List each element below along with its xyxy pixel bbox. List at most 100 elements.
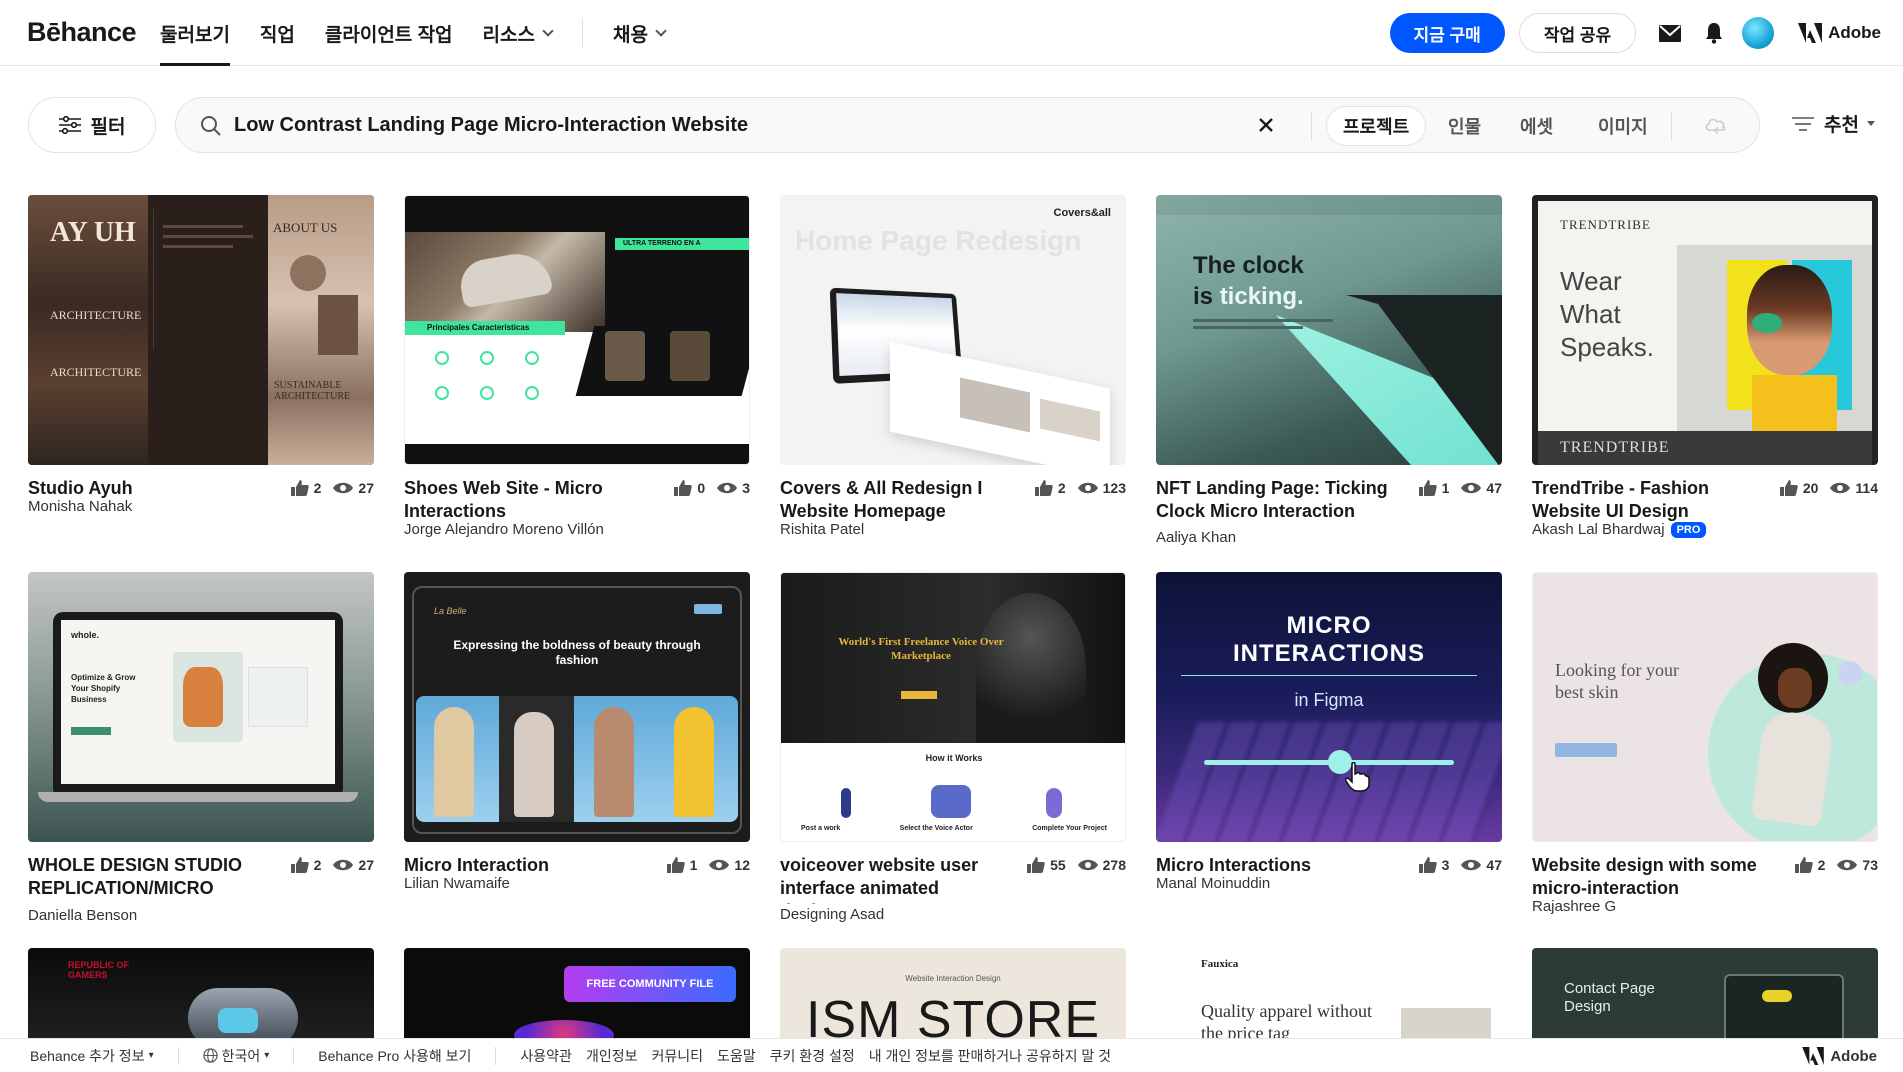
nav-client-work[interactable]: 클라이언트 작업 [325, 0, 453, 66]
project-stats: 55 278 [1027, 857, 1126, 873]
project-thumbnail[interactable]: The clock is ticking. [1156, 195, 1502, 465]
project-owner[interactable]: Rishita Patel [780, 521, 864, 538]
project-title[interactable]: Micro Interaction [404, 854, 644, 877]
nav-resources[interactable]: 리소스 [483, 0, 554, 66]
share-work-button[interactable]: 작업 공유 [1518, 13, 1637, 53]
project-title[interactable]: WHOLE DESIGN STUDIO REPLICATION/MICRO [28, 854, 268, 900]
adobe-link[interactable]: Adobe [1798, 23, 1881, 43]
project-owner[interactable]: Monisha Nahak [28, 498, 132, 515]
filter-button[interactable]: 필터 [28, 97, 156, 153]
project-card[interactable]: World's First Freelance Voice Over Marke… [780, 572, 1126, 923]
mail-icon[interactable] [1658, 21, 1682, 45]
project-owner[interactable]: Manal Moinuddin [1156, 875, 1270, 892]
project-thumbnail[interactable]: La Belle Expressing the boldness of beau… [404, 572, 750, 842]
project-card[interactable]: whole. Optimize & Grow Your Shopify Busi… [28, 572, 374, 924]
tab-people[interactable]: 인물 [1432, 106, 1497, 146]
search-input[interactable]: Low Contrast Landing Page Micro-Interact… [234, 114, 748, 137]
thumb-text: REPUBLIC OF GAMERS [68, 960, 130, 980]
avatar[interactable] [1742, 17, 1775, 49]
cloud-icon[interactable] [1704, 114, 1728, 136]
thumb-text: in Figma [1294, 690, 1364, 710]
thumb-text: Select the Voice Actor [899, 825, 973, 832]
community-link[interactable]: 커뮤니티 [651, 1046, 703, 1066]
project-card[interactable]: AY UH ARCHITECTURE ARCHITECTURE ABOUT US… [28, 195, 374, 515]
help-link[interactable]: 도움말 [717, 1046, 756, 1066]
project-card[interactable]: TRENDTRIBE Wear What Speaks. TRENDTRIBE … [1532, 195, 1878, 538]
project-owner[interactable]: Jorge Alejandro Moreno Villón [404, 521, 604, 538]
nav-explore[interactable]: 둘러보기 [160, 0, 230, 66]
project-owner[interactable]: Rajashree G [1532, 898, 1616, 915]
project-thumbnail[interactable]: Website Interaction Design ISM STORE [780, 948, 1126, 1038]
thumbs-up-icon [290, 480, 309, 496]
project-thumbnail[interactable]: REPUBLIC OF GAMERS [28, 948, 374, 1038]
project-card[interactable]: Looking for your best skin Website desig… [1532, 572, 1878, 915]
project-title[interactable]: Covers & All Redesign I Website Homepage [780, 477, 1020, 523]
project-thumbnail[interactable]: Home Page Redesign Covers&all [780, 195, 1126, 465]
main-nav: 둘러보기 직업 클라이언트 작업 리소스 채용 [160, 0, 667, 66]
project-card[interactable]: La Belle Expressing the boldness of beau… [404, 572, 750, 892]
thumb-text: Complete Your Project [1032, 825, 1107, 832]
caret-down-icon [1866, 121, 1875, 126]
project-stats: 1 12 [666, 857, 750, 873]
project-title[interactable]: NFT Landing Page: Ticking Clock Micro In… [1156, 477, 1396, 523]
thumb-text: ISM STORE [805, 991, 1101, 1038]
tab-images[interactable]: 이미지 [1582, 106, 1664, 146]
project-thumbnail[interactable]: Looking for your best skin [1532, 572, 1878, 842]
project-thumbnail[interactable]: TRENDTRIBE Wear What Speaks. TRENDTRIBE [1532, 195, 1878, 465]
language-selector[interactable]: 한국어 ▾ [202, 1046, 269, 1066]
close-icon[interactable] [1256, 115, 1276, 135]
project-thumbnail[interactable]: whole. Optimize & Grow Your Shopify Busi… [28, 572, 374, 842]
project-title[interactable]: voiceover website user interface animate… [780, 854, 980, 904]
project-thumbnail[interactable]: Fauxica Quality apparel without the pric… [1156, 948, 1502, 1038]
tab-assets[interactable]: 에셋 [1504, 106, 1569, 146]
footer-divider [177, 1046, 179, 1065]
thumb-text: ARCHITECTURE [50, 365, 142, 379]
project-thumbnail[interactable]: World's First Freelance Voice Over Marke… [780, 572, 1126, 842]
nav-jobs[interactable]: 직업 [260, 0, 295, 66]
project-title[interactable]: Website design with some micro-interacti… [1532, 854, 1772, 900]
project-thumbnail[interactable]: Contact Page Design [1532, 948, 1878, 1038]
footer-more-link[interactable]: Behance 추가 정보 ▾ [30, 1046, 154, 1066]
terms-link[interactable]: 사용약관 [520, 1046, 572, 1066]
footer-adobe-link[interactable]: Adobe [1802, 1047, 1877, 1065]
bell-icon[interactable] [1702, 21, 1726, 45]
project-stats: 1 47 [1418, 480, 1502, 496]
project-card[interactable]: MICRO INTERACTIONS in Figma Micro Intera… [1156, 572, 1502, 892]
project-owner[interactable]: Designing Asad [780, 906, 884, 923]
tab-projects[interactable]: 프로젝트 [1326, 106, 1427, 146]
project-thumbnail[interactable]: MICRO INTERACTIONS in Figma [1156, 572, 1502, 842]
project-stats: 20 114 [1779, 480, 1878, 496]
buy-now-button[interactable]: 지금 구매 [1389, 13, 1505, 53]
nav-hiring[interactable]: 채용 [613, 0, 667, 66]
project-title[interactable]: Studio Ayuh [28, 477, 268, 500]
thumbs-up-icon [1027, 857, 1045, 873]
thumb-text: The clock [1193, 252, 1304, 279]
try-pro-link[interactable]: Behance Pro 사용해 보기 [318, 1046, 471, 1066]
project-owner[interactable]: Lilian Nwamaife [404, 875, 510, 892]
project-owner[interactable]: Daniella Benson [28, 907, 137, 924]
project-card[interactable]: Home Page Redesign Covers&all Covers & A… [780, 195, 1126, 538]
thumb-text: is [1193, 283, 1220, 310]
project-owner[interactable]: Aaliya Khan [1156, 529, 1236, 546]
privacy-link[interactable]: 개인정보 [586, 1046, 638, 1066]
eye-icon [709, 859, 730, 871]
nav-divider [581, 19, 583, 47]
do-not-sell-link[interactable]: 내 개인 정보를 판매하거나 공유하지 말 것 [869, 1046, 1111, 1066]
behance-logo[interactable]: Bēhance [27, 17, 137, 48]
project-thumbnail[interactable]: FREE COMMUNITY FILE [404, 948, 750, 1038]
project-card[interactable]: The clock is ticking. NFT Landing Page: … [1156, 195, 1502, 546]
sliders-icon [58, 116, 81, 134]
project-thumbnail[interactable]: AY UH ARCHITECTURE ARCHITECTURE ABOUT US… [28, 195, 374, 465]
project-thumbnail[interactable]: ULTRA TERRENO EN A Principales Caracterí… [404, 195, 750, 465]
thumb-text: Expressing the boldness of beauty throug… [453, 638, 701, 667]
thumb-text: MICRO [1286, 612, 1372, 639]
project-owner[interactable]: Akash Lal Bhardwaj PRO [1532, 521, 1707, 538]
project-title[interactable]: Shoes Web Site - Micro Interactions [404, 477, 644, 523]
sort-dropdown[interactable]: 추천 [1792, 110, 1875, 137]
project-stats: 0 3 [674, 480, 750, 496]
project-card[interactable]: ULTRA TERRENO EN A Principales Caracterí… [404, 195, 750, 538]
cookie-settings-link[interactable]: 쿠키 환경 설정 [770, 1046, 855, 1066]
project-title[interactable]: TrendTribe - Fashion Website UI Design [1532, 477, 1772, 523]
project-title[interactable]: Micro Interactions [1156, 854, 1396, 877]
project-stats: 2 123 [1034, 480, 1126, 496]
